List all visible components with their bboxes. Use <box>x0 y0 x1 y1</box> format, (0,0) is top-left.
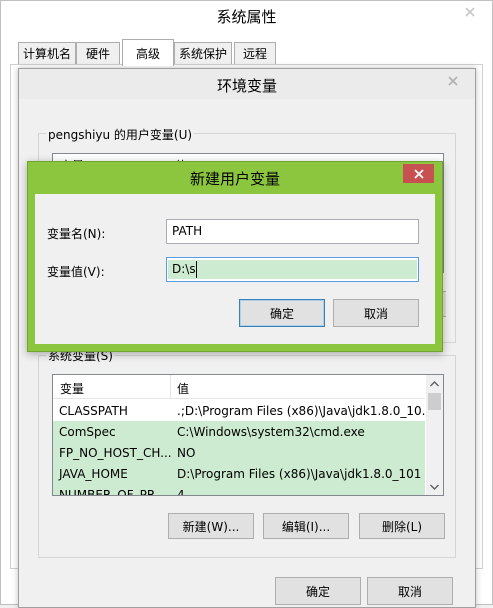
close-icon <box>465 7 475 17</box>
row-variable-value: NO <box>177 445 196 460</box>
new-user-variable-ok-button[interactable]: 确定 <box>239 299 325 327</box>
tab-remote[interactable]: 远程 <box>234 42 276 64</box>
delete-system-variable-button[interactable]: 删除(L) <box>359 513 445 539</box>
close-icon <box>448 76 458 86</box>
edit-system-variable-button[interactable]: 编辑(I)... <box>263 513 349 539</box>
row-variable-value: D:\Program Files (x86)\Java\jdk1.8.0_101 <box>177 466 422 481</box>
system-variables-list[interactable]: 变量 值 CLASSPATH .;D:\Program Files (x86)\… <box>52 374 444 496</box>
row-variable-name: FP_NO_HOST_CH... <box>59 445 171 460</box>
vertical-scrollbar[interactable] <box>426 375 443 495</box>
row-variable-value: C:\Windows\system32\cmd.exe <box>177 424 365 439</box>
table-row[interactable]: CLASSPATH .;D:\Program Files (x86)\Java\… <box>53 400 425 421</box>
table-row[interactable]: NUMBER_OF_PR... 4 <box>53 484 425 496</box>
text-cursor <box>196 261 197 278</box>
new-user-variable-title: 新建用户变量 <box>189 170 280 188</box>
variable-name-label: 变量名(N): <box>47 227 106 241</box>
row-variable-name: NUMBER_OF_PR... <box>59 487 167 496</box>
tab-hardware[interactable]: 硬件 <box>76 42 120 64</box>
user-variables-group-label: pengshiyu 的用户变量(U) <box>46 126 195 143</box>
variable-name-input[interactable]: PATH <box>166 219 419 244</box>
scroll-thumb[interactable] <box>428 393 441 410</box>
tab-computer-name[interactable]: 计算机名 <box>18 42 76 64</box>
environment-variables-title: 环境变量 <box>216 77 277 95</box>
system-variables-rows: CLASSPATH .;D:\Program Files (x86)\Java\… <box>53 400 425 496</box>
column-header-value[interactable]: 值 <box>177 380 189 397</box>
variable-value-input-value: D:\s <box>172 262 196 276</box>
environment-variables-ok-button[interactable]: 确定 <box>275 577 361 605</box>
row-variable-name: ComSpec <box>59 424 116 439</box>
environment-variables-cancel-button[interactable]: 取消 <box>367 577 453 605</box>
scroll-up-arrow[interactable] <box>426 375 443 392</box>
scroll-down-arrow[interactable] <box>426 478 443 495</box>
table-row[interactable]: JAVA_HOME D:\Program Files (x86)\Java\jd… <box>53 463 425 484</box>
row-variable-value: 4 <box>177 487 185 496</box>
variable-value-input[interactable]: D:\s <box>166 257 419 282</box>
row-variable-value: .;D:\Program Files (x86)\Java\jdk1.8.0_1… <box>177 403 425 418</box>
column-header-variable[interactable]: 变量 <box>60 380 84 397</box>
variable-value-label: 变量值(V): <box>47 265 105 279</box>
new-user-variable-cancel-button[interactable]: 取消 <box>333 299 419 327</box>
variable-value-selection <box>168 260 417 279</box>
tab-advanced[interactable]: 高级 <box>122 39 174 66</box>
variable-name-input-value: PATH <box>172 224 203 238</box>
column-divider[interactable] <box>170 375 171 399</box>
close-icon <box>413 168 424 179</box>
row-variable-name: JAVA_HOME <box>59 466 128 481</box>
new-user-variable-close-button[interactable] <box>403 164 434 183</box>
table-row[interactable]: FP_NO_HOST_CH... NO <box>53 442 425 463</box>
chevron-up-icon <box>430 380 439 386</box>
system-variables-header: 变量 值 <box>53 375 425 399</box>
system-properties-close-button[interactable] <box>455 2 485 22</box>
environment-variables-close-button[interactable] <box>438 71 468 91</box>
row-variable-name: CLASSPATH <box>59 403 128 418</box>
system-properties-title: 系统属性 <box>216 8 277 26</box>
tab-system-protection[interactable]: 系统保护 <box>174 42 232 64</box>
table-row[interactable]: ComSpec C:\Windows\system32\cmd.exe <box>53 421 425 442</box>
new-system-variable-button[interactable]: 新建(W)... <box>168 513 254 539</box>
chevron-down-icon <box>430 484 439 490</box>
